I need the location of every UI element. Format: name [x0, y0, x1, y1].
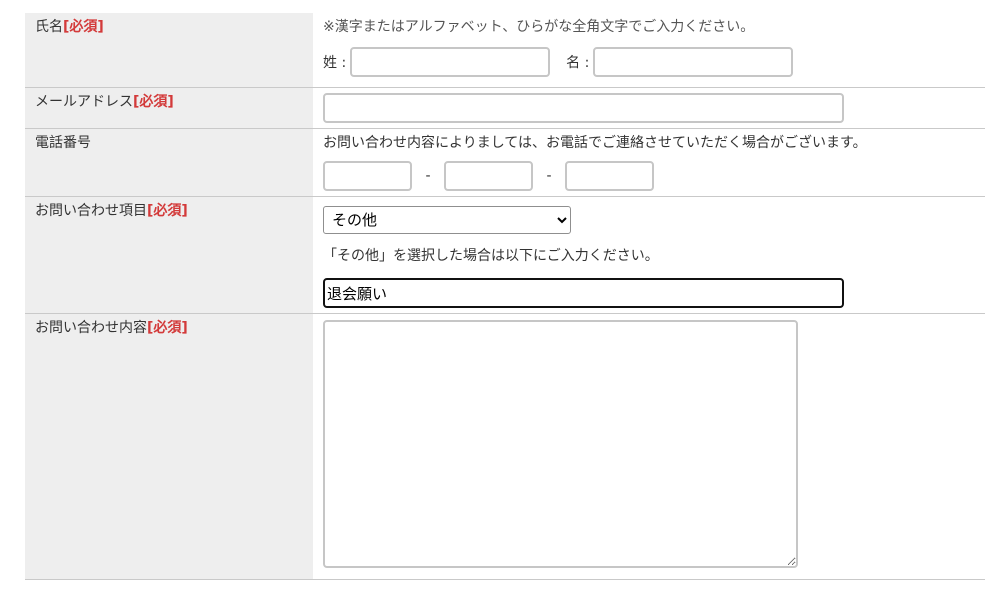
phone-part2-input[interactable]	[444, 161, 533, 191]
email-label-cell: メールアドレス[必須]	[25, 88, 313, 128]
name-note: ※漢字またはアルファベット、ひらがな全角文字でご入力ください。	[323, 19, 755, 35]
first-name-input[interactable]	[593, 47, 794, 77]
name-content: ※漢字またはアルファベット、ひらがな全角文字でご入力ください。 姓 : 名 :	[313, 13, 985, 87]
email-content	[313, 88, 985, 128]
phone-label: 電話番号	[35, 135, 91, 151]
phone-note: お問い合わせ内容によりましては、お電話でご連絡させていただく場合がございます。	[323, 135, 867, 151]
required-mark: [必須]	[147, 320, 188, 336]
email-label: メールアドレス	[35, 94, 133, 110]
category-select[interactable]: その他	[323, 206, 571, 234]
message-label: お問い合わせ内容	[35, 320, 147, 336]
phone-separator-1: -	[425, 168, 431, 184]
contact-form: 氏名[必須] ※漢字またはアルファベット、ひらがな全角文字でご入力ください。 姓…	[25, 13, 985, 580]
category-label: お問い合わせ項目	[35, 203, 147, 219]
required-mark: [必須]	[133, 94, 174, 110]
message-label-cell: お問い合わせ内容[必須]	[25, 314, 313, 579]
phone-content: お問い合わせ内容によりましては、お電話でご連絡させていただく場合がございます。 …	[313, 129, 985, 196]
name-row: 氏名[必須] ※漢字またはアルファベット、ひらがな全角文字でご入力ください。 姓…	[25, 13, 985, 88]
email-row: メールアドレス[必須]	[25, 88, 985, 129]
category-content: その他 「その他」を選択した場合は以下にご入力ください。	[313, 197, 985, 313]
required-mark: [必須]	[147, 203, 188, 219]
phone-part1-input[interactable]	[323, 161, 412, 191]
message-content	[313, 314, 985, 579]
category-label-cell: お問い合わせ項目[必須]	[25, 197, 313, 313]
phone-part3-input[interactable]	[565, 161, 654, 191]
name-label-cell: 氏名[必須]	[25, 13, 313, 87]
category-other-note: 「その他」を選択した場合は以下にご入力ください。	[323, 248, 659, 264]
message-textarea[interactable]	[323, 320, 798, 568]
last-name-input[interactable]	[350, 47, 551, 77]
phone-row: 電話番号 お問い合わせ内容によりましては、お電話でご連絡させていただく場合がござ…	[25, 129, 985, 197]
category-other-input[interactable]	[323, 278, 844, 308]
first-name-label: 名 :	[566, 55, 590, 71]
message-row: お問い合わせ内容[必須]	[25, 314, 985, 580]
phone-separator-2: -	[546, 168, 552, 184]
email-input[interactable]	[323, 93, 844, 123]
last-name-label: 姓 :	[323, 55, 347, 71]
required-mark: [必須]	[63, 19, 104, 35]
category-row: お問い合わせ項目[必須] その他 「その他」を選択した場合は以下にご入力ください…	[25, 197, 985, 314]
phone-label-cell: 電話番号	[25, 129, 313, 196]
name-label: 氏名	[35, 19, 63, 35]
